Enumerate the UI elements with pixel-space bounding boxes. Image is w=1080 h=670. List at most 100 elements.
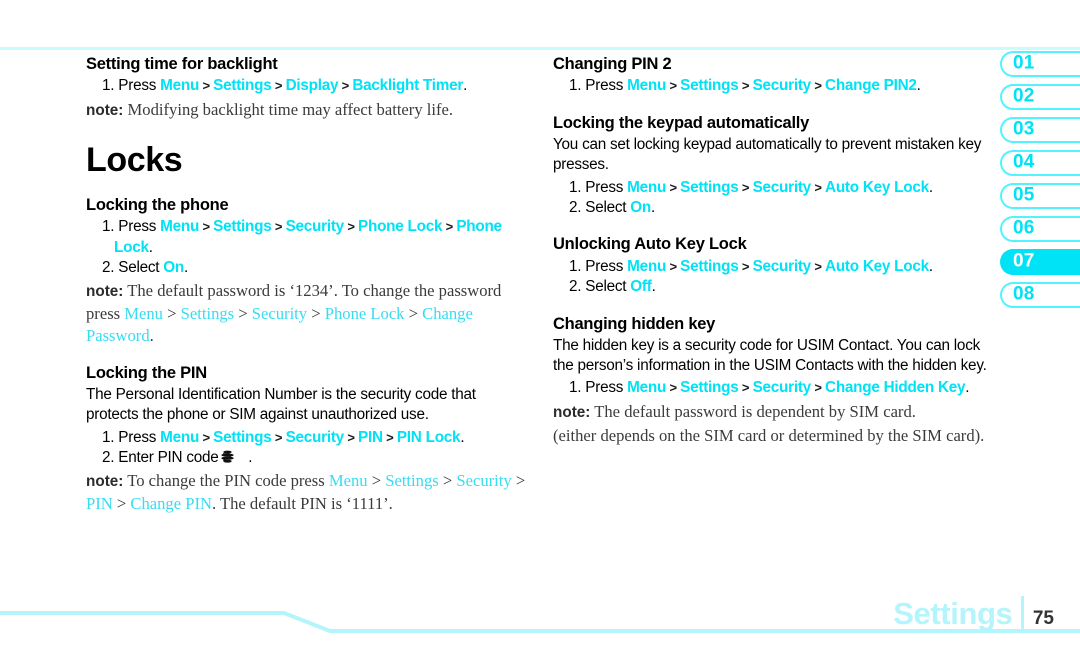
step-period: . <box>148 238 153 256</box>
menu-token-security[interactable]: Security <box>753 258 812 275</box>
note-label: note: <box>553 403 591 421</box>
body-changing-hidden-key: The hidden key is a security code for US… <box>553 336 987 375</box>
tab-label: 05 <box>1013 184 1035 206</box>
menu-token-settings[interactable]: Settings <box>680 77 739 94</box>
menu-token-security[interactable]: Security <box>252 304 307 323</box>
note-period: . <box>149 325 154 345</box>
menu-token-pin[interactable]: PIN <box>86 494 113 513</box>
steps-changing-hidden-key: 1. Press Menu > Settings > Security > Ch… <box>553 378 993 398</box>
menu-token-change-pin[interactable]: Change PIN <box>130 494 212 513</box>
step-period: . <box>460 428 465 446</box>
menu-token-menu[interactable]: Menu <box>160 77 199 94</box>
menu-token-pin[interactable]: PIN <box>358 429 383 446</box>
page-footer: Settings 75 <box>893 596 1054 631</box>
menu-token-off[interactable]: Off <box>630 278 652 295</box>
menu-token-menu[interactable]: Menu <box>627 258 666 275</box>
tab-03[interactable]: 03 <box>1000 117 1080 143</box>
step-verb: Press <box>585 257 624 275</box>
tab-label: 06 <box>1013 217 1035 239</box>
menu-token-settings[interactable]: Settings <box>213 218 272 235</box>
step-verb: Select <box>585 199 627 216</box>
menu-token-phone-lock[interactable]: Phone Lock <box>325 304 405 323</box>
step-item: 1. Press Menu > Settings > Display > Bac… <box>102 77 468 95</box>
note-text: To change the PIN code press <box>127 471 329 491</box>
menu-token-display[interactable]: Display <box>286 77 339 94</box>
menu-token-security[interactable]: Security <box>753 379 812 396</box>
step-period: . <box>916 77 921 95</box>
menu-token-pin-lock[interactable]: PIN Lock <box>397 429 461 446</box>
menu-token-settings[interactable]: Settings <box>181 304 234 323</box>
menu-token-on[interactable]: On <box>630 199 651 216</box>
step-verb: Select <box>585 278 627 296</box>
step-verb: Press <box>585 77 624 95</box>
menu-token-settings[interactable]: Settings <box>213 429 272 446</box>
step-period: . <box>248 449 253 466</box>
menu-token-security[interactable]: Security <box>753 179 812 196</box>
menu-token-change-pin2[interactable]: Change PIN2 <box>825 77 917 94</box>
heading-locking-keypad-automatically: Locking the keypad automatically <box>553 113 810 132</box>
body-locking-keypad-automatically: You can set locking keypad automatically… <box>553 136 982 174</box>
menu-token-menu[interactable]: Menu <box>627 77 666 94</box>
tab-04[interactable]: 04 <box>1000 150 1080 176</box>
step-item: 1. Press Menu > Settings > Security > Ch… <box>569 77 921 95</box>
menu-token-settings[interactable]: Settings <box>680 379 739 396</box>
menu-token-phone-lock[interactable]: Phone Lock <box>358 218 442 235</box>
step-number: 1. <box>102 218 115 236</box>
menu-token-settings[interactable]: Settings <box>385 471 438 490</box>
menu-token-security[interactable]: Security <box>286 429 345 446</box>
note-backlight: note: Modifying backlight time may affec… <box>86 99 526 121</box>
menu-token-change-hidden-key[interactable]: Change Hidden Key <box>825 379 966 396</box>
menu-token-auto-key-lock[interactable]: Auto Key Lock <box>825 179 929 196</box>
note-label: note: <box>86 101 124 119</box>
tab-label: 01 <box>1013 52 1035 74</box>
step-number: 1. <box>102 428 115 446</box>
menu-token-menu[interactable]: Menu <box>627 179 666 196</box>
menu-token-security[interactable]: Security <box>753 77 812 94</box>
tab-08[interactable]: 08 <box>1000 282 1080 308</box>
note-label: note: <box>86 473 124 491</box>
note-hidden-key-extra: (either depends on the SIM card or deter… <box>553 426 985 446</box>
step-number: 1. <box>569 178 582 196</box>
tab-02[interactable]: 02 <box>1000 84 1080 110</box>
menu-token-on[interactable]: On <box>163 259 184 276</box>
step-number: 2. <box>102 449 115 466</box>
step-item: 1. Press Menu > Settings > Security > Ch… <box>569 379 970 397</box>
heading-locking-the-phone: Locking the phone <box>86 195 229 214</box>
tab-label: 08 <box>1013 283 1035 305</box>
tab-01[interactable]: 01 <box>1000 51 1080 77</box>
steps-setting-time-backlight: 1. Press Menu > Settings > Display > Bac… <box>86 76 526 96</box>
step-verb: Press <box>585 379 624 397</box>
step-verb: Press <box>118 428 157 446</box>
menu-token-security[interactable]: Security <box>456 471 511 490</box>
menu-token-menu[interactable]: Menu <box>627 379 666 396</box>
tab-07[interactable]: 07 <box>1000 249 1080 275</box>
menu-token-menu[interactable]: Menu <box>329 471 368 490</box>
step-verb: Press <box>118 218 157 236</box>
note-label: note: <box>86 283 124 301</box>
note-phone-lock: note: The default password is ‘1234’. To… <box>86 281 502 345</box>
step-period: . <box>928 257 933 275</box>
menu-token-auto-key-lock[interactable]: Auto Key Lock <box>825 258 929 275</box>
step-text: Enter PIN code > <box>118 449 232 466</box>
tab-06[interactable]: 06 <box>1000 216 1080 242</box>
step-period: . <box>463 77 468 95</box>
step-number: 1. <box>102 77 115 95</box>
menu-token-menu[interactable]: Menu <box>160 429 199 446</box>
note-hidden-key: note: The default password is dependent … <box>553 401 993 423</box>
step-item: 1. Press Menu > Settings > Security > Au… <box>569 257 933 275</box>
menu-token-settings[interactable]: Settings <box>213 77 272 94</box>
menu-token-security[interactable]: Security <box>286 218 345 235</box>
page-top-rule <box>0 47 1080 50</box>
tab-label: 04 <box>1013 151 1035 173</box>
tab-05[interactable]: 05 <box>1000 183 1080 209</box>
menu-token-menu[interactable]: Menu <box>160 218 199 235</box>
menu-token-menu[interactable]: Menu <box>124 304 163 323</box>
step-period: . <box>928 178 933 196</box>
menu-token-backlight-timer[interactable]: Backlight Timer <box>352 77 463 94</box>
step-verb: Press <box>585 178 624 196</box>
menu-token-settings[interactable]: Settings <box>680 179 739 196</box>
footer-page-number: 75 <box>1032 608 1054 629</box>
step-number: 2. <box>102 259 115 276</box>
step-item: 1. Press Menu > Settings > Security > PI… <box>102 428 465 446</box>
menu-token-settings[interactable]: Settings <box>680 258 739 275</box>
